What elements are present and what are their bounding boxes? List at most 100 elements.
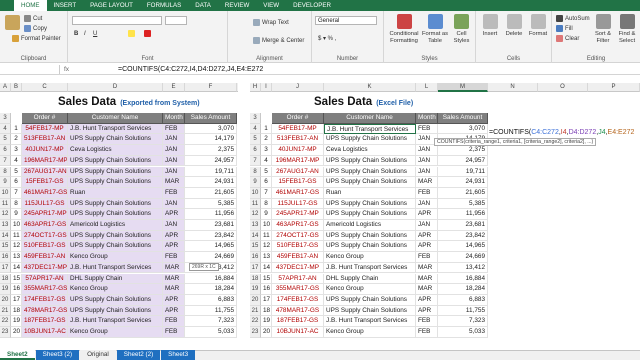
row-header[interactable]: 8 xyxy=(250,166,261,178)
table-cell-month[interactable]: JAN xyxy=(163,166,185,178)
table-cell-idx[interactable]: 3 xyxy=(11,145,22,156)
sheet-tab-sheet3-2-[interactable]: Sheet3 (2) xyxy=(35,350,80,360)
cut-button[interactable]: Cut xyxy=(24,15,42,23)
table-cell-idx[interactable]: 8 xyxy=(261,198,272,210)
table-cell-cust[interactable]: UPS Supply Chain Solutions xyxy=(68,177,163,188)
table-cell-order[interactable]: 459FEB17-AN xyxy=(22,252,68,263)
ribbon-tab-formulas[interactable]: FORMULAS xyxy=(140,0,188,11)
table-cell-amt[interactable]: 6,883 xyxy=(438,294,488,306)
table-cell-month[interactable]: MAR xyxy=(416,177,438,188)
table-cell-month[interactable]: FEB xyxy=(163,316,185,327)
table-cell-month[interactable]: JAN xyxy=(163,220,185,231)
table-cell-month[interactable]: APR xyxy=(416,209,438,220)
table-cell-order[interactable]: 510FEB17-GS xyxy=(22,241,68,253)
table-cell-cust[interactable]: UPS Supply Chain Solutions xyxy=(68,230,163,242)
table-cell-cust[interactable]: Ceva Logistics xyxy=(324,145,416,156)
cell-styles-button[interactable]: Cell Styles xyxy=(449,14,474,45)
table-cell-idx[interactable]: 11 xyxy=(11,230,22,242)
table-cell-idx[interactable]: 11 xyxy=(261,230,272,242)
table-cell-order[interactable]: 355MAR17-GS xyxy=(272,284,324,295)
column-header-p[interactable]: P xyxy=(588,83,640,92)
table-cell-month[interactable]: APR xyxy=(416,305,438,317)
row-header[interactable]: 17 xyxy=(0,262,11,274)
table-cell-order[interactable]: 57APR17-AN xyxy=(22,273,68,285)
table-cell-order[interactable]: 510FEB17-GS xyxy=(272,241,324,253)
table-cell-month[interactable]: MAR xyxy=(416,284,438,295)
row-header[interactable]: 13 xyxy=(0,220,11,231)
table-cell-cust[interactable]: UPS Supply Chain Solutions xyxy=(324,230,416,242)
table-cell-cust[interactable]: Kenco Group xyxy=(68,252,163,263)
table-cell-order[interactable]: 187FEB17-GS xyxy=(22,316,68,327)
row-header[interactable]: 16 xyxy=(250,252,261,263)
table-cell-idx[interactable]: 10 xyxy=(11,220,22,231)
table-cell-cust[interactable]: UPS Supply Chain Solutions xyxy=(68,134,163,146)
table-cell-month[interactable]: FEB xyxy=(416,123,438,135)
table-cell-amt[interactable]: 18,284 xyxy=(185,284,237,295)
wrap-text-button[interactable]: Wrap Text xyxy=(253,19,289,27)
row-header[interactable]: 9 xyxy=(0,177,11,188)
table-cell-order[interactable]: 10BJUN17-AC xyxy=(22,327,68,338)
table-cell-amt[interactable]: 14,179 xyxy=(185,134,237,146)
table-cell-order[interactable]: 461MAR17-GS xyxy=(272,187,324,199)
column-header-o[interactable]: O xyxy=(538,83,588,92)
table-cell-order[interactable]: 174FEB17-GS xyxy=(272,294,324,306)
table-cell-amt[interactable]: 11,956 xyxy=(438,209,488,220)
table-cell-order[interactable]: 267AUG17-AN xyxy=(272,166,324,178)
table-cell-cust[interactable]: DHL Supply Chain xyxy=(68,273,163,285)
table-cell-month[interactable]: FEB xyxy=(163,327,185,338)
table-cell-idx[interactable]: 14 xyxy=(261,262,272,274)
sheet-tab-original[interactable]: Original xyxy=(80,350,116,360)
sort-filter-button[interactable]: Sort & Filter xyxy=(592,14,614,45)
table-cell-cust[interactable]: J.B. Hunt Transport Services xyxy=(324,123,416,135)
table-cell-cust[interactable]: UPS Supply Chain Solutions xyxy=(324,209,416,220)
row-header[interactable]: 3 xyxy=(0,113,11,124)
table-cell-idx[interactable]: 18 xyxy=(11,305,22,317)
insert-cells-button[interactable]: Insert xyxy=(478,14,502,38)
table-cell-idx[interactable]: 1 xyxy=(11,123,22,135)
table-cell-idx[interactable]: 4 xyxy=(261,155,272,167)
table-cell-cust[interactable]: J.B. Hunt Transport Services xyxy=(68,316,163,327)
table-cell-idx[interactable]: 7 xyxy=(11,187,22,199)
table-cell-idx[interactable]: 13 xyxy=(11,252,22,263)
format-as-table-button[interactable]: Format as Table xyxy=(421,14,449,45)
font-name-box[interactable] xyxy=(72,16,162,25)
row-header[interactable]: 18 xyxy=(0,273,11,285)
ribbon-tab-file[interactable] xyxy=(0,0,14,11)
row-header[interactable]: 12 xyxy=(250,209,261,220)
conditional-formatting-button[interactable]: Conditional Formatting xyxy=(386,14,422,45)
column-header-m[interactable]: M xyxy=(438,83,488,92)
table-cell-order[interactable]: 196MAR17-MP xyxy=(272,155,324,167)
name-box[interactable] xyxy=(2,65,60,74)
row-header[interactable]: 11 xyxy=(250,198,261,210)
row-header[interactable]: 21 xyxy=(0,305,11,317)
ribbon-tab-insert[interactable]: INSERT xyxy=(47,0,84,11)
table-cell-order[interactable]: 274OCT17-GS xyxy=(272,230,324,242)
table-cell-amt[interactable]: 24,957 xyxy=(185,155,237,167)
table-cell-cust[interactable]: J.B. Hunt Transport Services xyxy=(324,262,416,274)
table-cell-cust[interactable]: J.B. Hunt Transport Services xyxy=(68,123,163,135)
table-cell-month[interactable]: JAN xyxy=(163,134,185,146)
row-header[interactable]: 11 xyxy=(0,198,11,210)
table-cell-month[interactable]: JAN xyxy=(416,155,438,167)
table-cell-cust[interactable]: Kenco Group xyxy=(324,327,416,338)
ribbon-tab-home[interactable]: HOME xyxy=(14,0,47,11)
table-cell-idx[interactable]: 16 xyxy=(261,284,272,295)
table-cell-month[interactable]: APR xyxy=(163,294,185,306)
table-cell-cust[interactable]: UPS Supply Chain Solutions xyxy=(68,155,163,167)
table-cell-order[interactable]: 10BJUN17-AC xyxy=(272,327,324,338)
fx-label[interactable]: fx xyxy=(64,64,114,75)
table-cell-order[interactable]: 267AUG17-AN xyxy=(22,166,68,178)
table-cell-amt[interactable]: 5,033 xyxy=(185,327,237,338)
table-cell-order[interactable]: 196MAR17-MP xyxy=(22,155,68,167)
row-header[interactable]: 23 xyxy=(0,327,11,338)
table-cell-amt[interactable]: 23,842 xyxy=(185,230,237,242)
font-color-button[interactable] xyxy=(144,30,153,38)
row-header[interactable]: 10 xyxy=(250,187,261,199)
row-header[interactable]: 6 xyxy=(250,145,261,156)
table-cell-idx[interactable]: 1 xyxy=(261,123,272,135)
table-cell-cust[interactable]: UPS Supply Chain Solutions xyxy=(68,209,163,220)
table-cell-cust[interactable]: Ruan xyxy=(324,187,416,199)
table-cell-idx[interactable]: 6 xyxy=(261,177,272,188)
table-cell-order[interactable]: 245APR17-MP xyxy=(272,209,324,220)
ribbon-tab-data[interactable]: DATA xyxy=(188,0,218,11)
